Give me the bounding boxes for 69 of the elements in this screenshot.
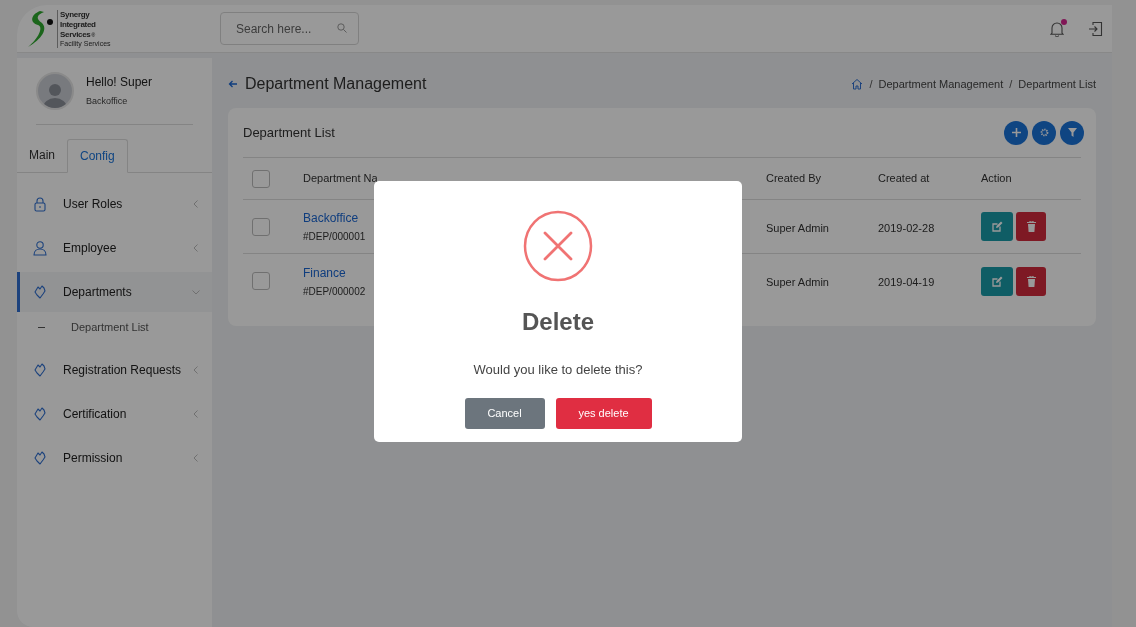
settings-button[interactable]: [1032, 120, 1056, 145]
bell-icon[interactable]: [1050, 20, 1064, 37]
trash-icon: [1026, 221, 1036, 232]
delete-button[interactable]: [1016, 212, 1046, 241]
sidebar-tab[interactable]: Config: [67, 139, 128, 173]
department-code: #DEP/000002: [303, 284, 366, 299]
lock-icon: [33, 196, 47, 212]
sidebar-item[interactable]: Registration Requests: [17, 350, 212, 390]
user-role: Backoffice: [86, 95, 129, 109]
table-cell: 2019-04-19: [878, 276, 935, 288]
breadcrumb-item[interactable]: Department Management: [878, 75, 1004, 93]
department-link[interactable]: Backoffice: [303, 209, 359, 227]
column-header: Action: [981, 172, 1012, 185]
edit-button[interactable]: [981, 212, 1013, 241]
sidebar-item[interactable]: Employee: [17, 228, 212, 268]
sidebar-item[interactable]: Certification: [17, 394, 212, 434]
back-arrow-icon[interactable]: [228, 79, 238, 89]
dialog-message: Would you like to delete this?: [473, 361, 643, 379]
breadcrumb-separator: /: [869, 76, 873, 92]
page-title: Department Management: [245, 74, 427, 94]
avatar: [36, 72, 74, 110]
column-header: Created By: [766, 172, 822, 185]
edit-icon: [991, 275, 1003, 287]
logout-icon[interactable]: [1088, 20, 1103, 37]
table-cell: Super Admin: [766, 276, 829, 288]
card-title: Department List: [243, 123, 335, 142]
chevron-down-icon: [192, 288, 200, 296]
logo-text: Integrated: [60, 19, 97, 30]
trash-icon: [1026, 275, 1036, 287]
delete-button[interactable]: [1016, 266, 1046, 296]
user-icon: [33, 240, 47, 256]
cancel-button[interactable]: Cancel: [464, 397, 545, 429]
search-field[interactable]: Search here...: [220, 12, 359, 45]
chevron-left-icon: [192, 410, 200, 418]
column-header: Created at: [878, 172, 930, 185]
error-x-icon: [523, 210, 593, 282]
table-cell: Super Admin: [766, 221, 829, 234]
filter-button[interactable]: [1060, 120, 1084, 145]
checkbox[interactable]: [252, 169, 270, 188]
dialog-title: Delete: [521, 307, 594, 337]
sidebar-item[interactable]: Permission: [17, 438, 212, 478]
home-icon[interactable]: [851, 78, 864, 90]
search-icon: [337, 23, 347, 33]
delete-confirm-button[interactable]: yes delete: [555, 397, 652, 429]
chevron-left-icon: [192, 454, 200, 462]
settings-icon: [1039, 128, 1049, 137]
checkbox[interactable]: [252, 272, 270, 290]
breadcrumb-item: Department List: [1018, 76, 1096, 92]
sidebar-tab[interactable]: Main: [17, 138, 67, 172]
checkbox[interactable]: [252, 217, 270, 236]
department-link[interactable]: Finance: [303, 263, 346, 282]
add-button[interactable]: [1004, 120, 1028, 145]
edit-icon: [991, 221, 1003, 232]
column-header: Department Na: [303, 172, 378, 185]
logo-text: Synergy: [60, 9, 91, 20]
plus-icon: [1011, 128, 1021, 137]
sidebar-subitem[interactable]: Department List: [71, 318, 149, 336]
table-cell: 2019-02-28: [878, 221, 935, 234]
filter-icon: [1067, 128, 1077, 137]
chevron-left-icon: [192, 366, 200, 374]
chevron-left-icon: [192, 200, 200, 208]
user-greeting: Hello! Super: [86, 74, 153, 92]
sidebar-item[interactable]: Departments: [17, 272, 212, 312]
department-code: #DEP/000001: [303, 230, 366, 244]
breadcrumb-separator: /: [1009, 76, 1013, 92]
sidebar-item[interactable]: User Roles: [17, 184, 212, 224]
edit-button[interactable]: [981, 266, 1013, 296]
logo-text: Services: [60, 29, 91, 40]
chevron-left-icon: [192, 244, 200, 252]
